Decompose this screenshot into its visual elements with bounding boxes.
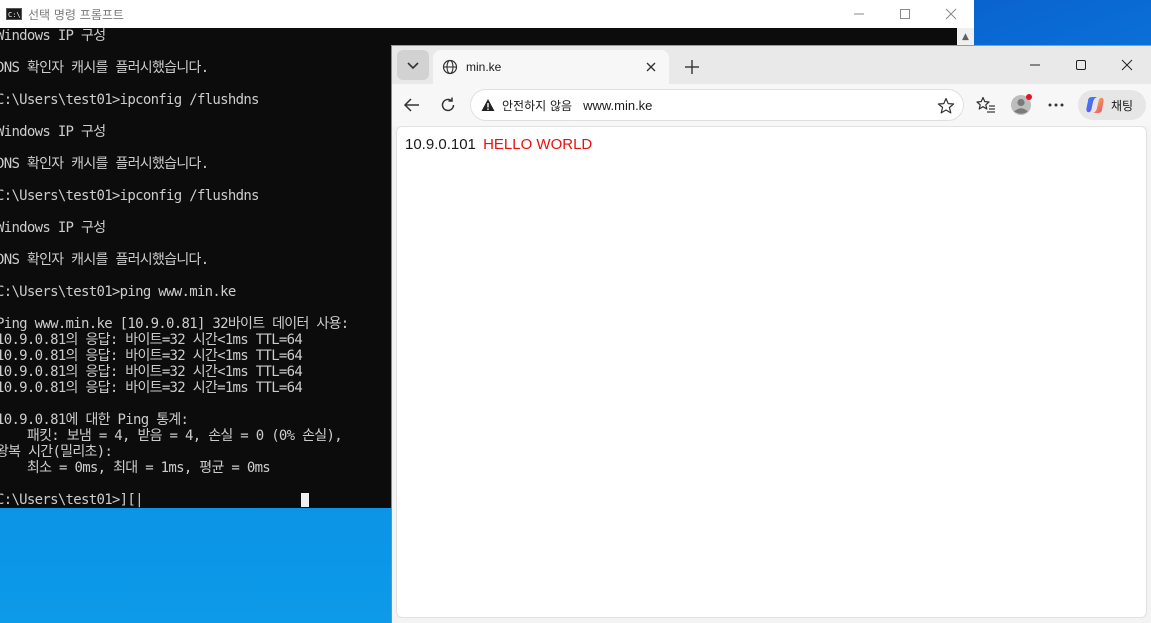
plus-icon [685,60,699,74]
console-line: 10.9.0.81에 대한 Ping 통계: [0,412,189,428]
console-line: 10.9.0.81의 응답: 바이트=32 시간<1ms TTL=64 [0,364,303,380]
back-arrow-icon [403,98,419,112]
tab-min-ke[interactable]: min.ke [433,50,669,84]
address-bar[interactable]: 안전하지 않음 www.min.ke [470,89,964,121]
text-cursor [301,493,309,507]
console-line: DNS 확인자 캐시를 플러시했습니다. [0,252,209,268]
console-line: 10.9.0.81의 응답: 바이트=32 시간=1ms TTL=64 [0,380,303,396]
console-line: DNS 확인자 캐시를 플러시했습니다. [0,156,209,172]
cmd-titlebar[interactable]: C:\. 선택 명령 프롬프트 [0,0,974,28]
console-line: 10.9.0.81의 응답: 바이트=32 시간<1ms TTL=64 [0,348,303,364]
tab-close-icon[interactable] [643,59,659,75]
browser-minimize-button[interactable] [1012,50,1058,80]
favorites-list-icon [976,96,995,113]
globe-icon [442,59,458,75]
copilot-chat-button[interactable]: 채팅 [1078,90,1146,120]
tab-strip[interactable]: min.ke [392,46,1151,84]
refresh-button[interactable] [434,91,462,119]
desktop-background [974,0,1151,46]
console-line: Windows IP 구성 [0,28,106,44]
cmd-minimize-button[interactable] [836,0,882,28]
security-status-label[interactable]: 안전하지 않음 [502,97,572,114]
console-line: C:\Users\test01>][| [0,492,144,508]
minimize-icon [854,13,864,15]
notification-dot [1026,94,1032,100]
console-line: Ping www.min.ke [10.9.0.81] 32바이트 데이터 사용… [0,316,349,332]
console-line: 왕복 시간(밀리초): [0,444,113,460]
close-icon [1121,59,1133,71]
close-icon [945,8,957,20]
profile-button[interactable] [1007,91,1035,119]
cmd-window-title: 선택 명령 프롬프트 [28,7,124,22]
browser-close-button[interactable] [1104,50,1150,80]
chevron-down-icon [407,62,419,70]
browser-toolbar: 안전하지 않음 www.min.ke 채팅 [392,84,1151,126]
back-button[interactable] [398,91,426,119]
console-line: DNS 확인자 캐시를 플러시했습니다. [0,60,209,76]
url-text[interactable]: www.min.ke [583,98,652,113]
warning-icon[interactable] [480,97,496,113]
copilot-icon [1085,95,1105,115]
ellipsis-icon [1048,103,1064,107]
refresh-icon [441,97,455,112]
browser-maximize-button[interactable] [1058,50,1104,80]
maximize-icon [900,9,910,19]
server-ip-text: 10.9.0.101 [405,136,476,153]
console-line: C:\Users\test01>ipconfig /flushdns [0,92,259,108]
new-tab-button[interactable] [678,53,706,81]
console-line: 최소 = 0ms, 최대 = 1ms, 평균 = 0ms [0,460,271,476]
console-line: C:\Users\test01>ipconfig /flushdns [0,188,259,204]
console-line: 패킷: 보냄 = 4, 받음 = 4, 손실 = 0 (0% 손실), [0,428,343,444]
console-line: C:\Users\test01>ping www.min.ke [0,284,236,300]
page-content: 10.9.0.101 HELLO WORLD [396,126,1147,618]
scroll-up-arrow-icon[interactable]: ▲ [957,28,974,45]
star-icon[interactable] [935,95,957,117]
minimize-icon [1030,64,1040,66]
page-body-text: 10.9.0.101 HELLO WORLD [405,136,592,153]
console-line: Windows IP 구성 [0,220,106,236]
tab-actions-button[interactable] [397,50,429,80]
favorites-button[interactable] [972,91,1000,119]
maximize-icon [1076,60,1086,70]
console-line: 10.9.0.81의 응답: 바이트=32 시간<1ms TTL=64 [0,332,303,348]
browser-window[interactable]: min.ke 안전하지 않음 www.min.ke 채팅 10.9.0.101 … [391,45,1151,623]
more-options-button[interactable] [1042,91,1070,119]
hello-world-text: HELLO WORLD [483,136,593,153]
console-line: Windows IP 구성 [0,124,106,140]
cmd-close-button[interactable] [928,0,974,28]
console-output[interactable]: Windows IP 구성 DNS 확인자 캐시를 플러시했습니다. C:\User… [0,28,396,508]
cmd-maximize-button[interactable] [882,0,928,28]
tab-title: min.ke [466,60,502,74]
cmd-app-icon: C:\. [6,8,25,20]
copilot-label: 채팅 [1111,98,1134,113]
